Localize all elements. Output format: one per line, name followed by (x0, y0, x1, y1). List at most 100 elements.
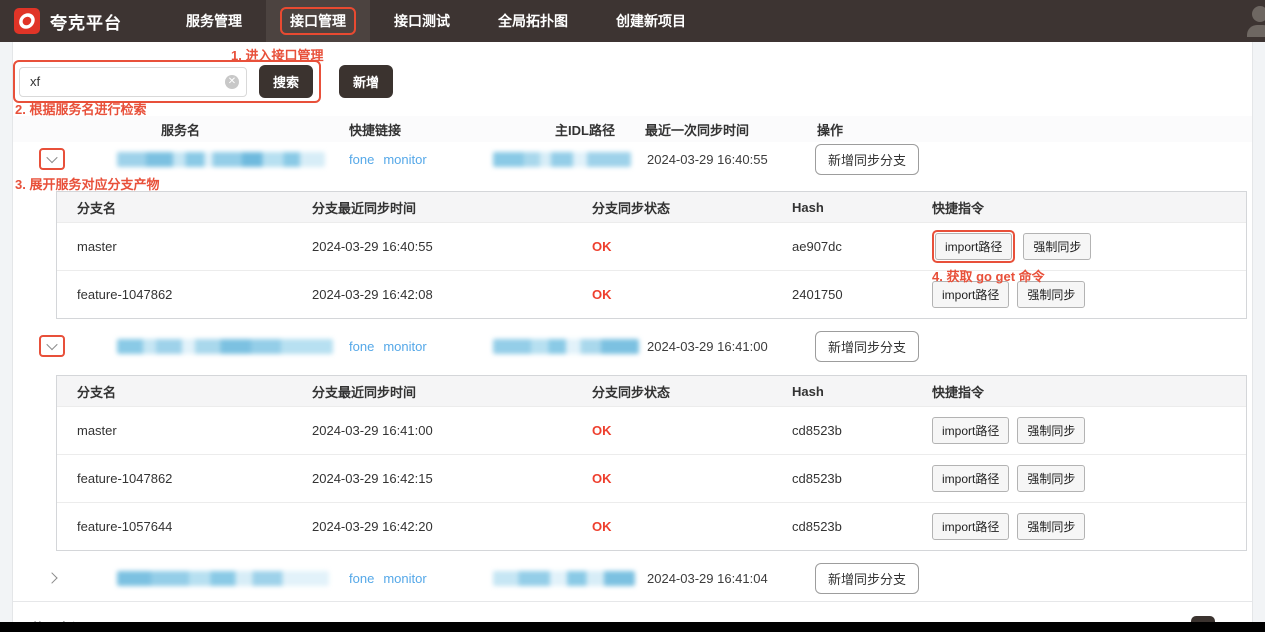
force-sync-button[interactable]: 强制同步 (1017, 513, 1085, 540)
redacted-service-name (117, 152, 325, 167)
redacted-service-name (117, 571, 329, 586)
branch-name: master (77, 239, 312, 254)
import-path-button[interactable]: import路径 (932, 281, 1009, 308)
service-row-2: fone monitor 2024-03-29 16:41:00 新增同步分支 (13, 329, 1252, 363)
force-sync-button[interactable]: 强制同步 (1017, 281, 1085, 308)
service-table: 服务名 快捷链接 主IDL路径 最近一次同步时间 操作 fone monitor… (13, 116, 1252, 622)
search-button[interactable]: 搜索 (259, 65, 313, 98)
clear-input-icon[interactable]: ✕ (225, 75, 239, 89)
branch-status: OK (592, 471, 792, 486)
add-sync-branch-button[interactable]: 新增同步分支 (815, 144, 919, 175)
branch-hash: cd8523b (792, 519, 932, 534)
branch-row: master 2024-03-29 16:40:55 OK ae907dc im… (57, 222, 1246, 270)
import-path-button[interactable]: import路径 (932, 513, 1009, 540)
redacted-service-name (117, 339, 333, 354)
chevron-right-icon (46, 572, 57, 583)
redacted-idl-path (493, 339, 639, 354)
fone-link[interactable]: fone (349, 339, 374, 354)
col-header-branch-name: 分支名 (77, 382, 312, 401)
branch-sync-time: 2024-03-29 16:42:20 (312, 519, 592, 534)
redacted-idl-path (493, 152, 631, 167)
tab-interface-test[interactable]: 接口测试 (370, 0, 474, 42)
fone-link[interactable]: fone (349, 571, 374, 586)
branch-table-2-header: 分支名 分支最近同步时间 分支同步状态 Hash 快捷指令 (57, 376, 1246, 406)
search-highlight-box: ✕ 搜索 (13, 60, 321, 103)
top-navbar: 夸克平台 服务管理 接口管理 接口测试 全局拓扑图 创建新项目 (0, 0, 1265, 42)
col-header-commands: 快捷指令 (932, 198, 1246, 217)
tab-service-management[interactable]: 服务管理 (162, 0, 266, 42)
branch-status: OK (592, 423, 792, 438)
service-row-1: fone monitor 2024-03-29 16:40:55 新增同步分支 (13, 142, 1252, 176)
monitor-link[interactable]: monitor (383, 339, 426, 354)
col-header-branch-sync-time: 分支最近同步时间 (312, 198, 592, 217)
branch-name: master (77, 423, 312, 438)
fone-link[interactable]: fone (349, 152, 374, 167)
force-sync-button[interactable]: 强制同步 (1017, 417, 1085, 444)
branch-status: OK (592, 519, 792, 534)
user-avatar-icon[interactable] (1245, 6, 1265, 40)
monitor-link[interactable]: monitor (383, 571, 426, 586)
sync-time: 2024-03-29 16:41:00 (645, 339, 813, 354)
branch-table-1: 分支名 分支最近同步时间 分支同步状态 Hash 快捷指令 master 202… (56, 191, 1247, 319)
annotation-step4: 4. 获取 go get 命令 (932, 266, 1045, 285)
bottom-black-bar (0, 622, 1265, 632)
redacted-idl-path (493, 571, 635, 586)
monitor-link[interactable]: monitor (383, 152, 426, 167)
avatar-bust (1247, 25, 1265, 37)
branch-sync-time: 2024-03-29 16:42:08 (312, 287, 592, 302)
tab-create-project[interactable]: 创建新项目 (592, 0, 710, 42)
service-row-3: fone monitor 2024-03-29 16:41:04 新增同步分支 (13, 561, 1252, 595)
search-input-wrap: ✕ (19, 67, 247, 97)
add-sync-branch-button[interactable]: 新增同步分支 (815, 331, 919, 362)
chevron-down-icon (46, 339, 57, 350)
expand-chevron-row2[interactable] (39, 335, 65, 357)
brand-title: 夸克平台 (50, 9, 122, 34)
table-footer: 共 3 条记录 ‹ 1 › (13, 601, 1252, 622)
search-row: ✕ 搜索 新增 (13, 60, 393, 103)
chevron-down-icon (46, 152, 57, 163)
service-table-header: 服务名 快捷链接 主IDL路径 最近一次同步时间 操作 (13, 116, 1252, 142)
col-header-quick-links: 快捷链接 (343, 120, 493, 139)
expand-chevron-row1[interactable] (39, 148, 65, 170)
sync-time: 2024-03-29 16:41:04 (645, 571, 813, 586)
branch-sync-time: 2024-03-29 16:42:15 (312, 471, 592, 486)
branch-row: feature-1047862 2024-03-29 16:42:15 OK c… (57, 454, 1246, 502)
quark-logo-icon (14, 8, 40, 34)
branch-status: OK (592, 239, 792, 254)
app-window: 夸克平台 服务管理 接口管理 接口测试 全局拓扑图 创建新项目 1. 进入接口管… (0, 0, 1265, 632)
col-header-service-name: 服务名 (91, 120, 343, 139)
content-panel: 1. 进入接口管理 ✕ 搜索 新增 2. 根据服务名进行检索 服务名 快捷链接 … (12, 42, 1253, 622)
sync-time: 2024-03-29 16:40:55 (645, 152, 813, 167)
branch-name: feature-1047862 (77, 287, 312, 302)
expand-chevron-row3[interactable] (39, 567, 65, 589)
search-input[interactable] (19, 67, 247, 97)
branch-hash: cd8523b (792, 471, 932, 486)
branch-table-1-header: 分支名 分支最近同步时间 分支同步状态 Hash 快捷指令 (57, 192, 1246, 222)
branch-name: feature-1057644 (77, 519, 312, 534)
col-header-branch-status: 分支同步状态 (592, 382, 792, 401)
col-header-last-sync: 最近一次同步时间 (645, 120, 813, 139)
branch-table-2: 分支名 分支最近同步时间 分支同步状态 Hash 快捷指令 master 202… (56, 375, 1247, 551)
avatar-head (1252, 6, 1265, 22)
force-sync-button[interactable]: 强制同步 (1023, 233, 1091, 260)
add-button[interactable]: 新增 (339, 65, 393, 98)
import-path-button[interactable]: import路径 (935, 233, 1012, 260)
col-header-actions: 操作 (813, 120, 1252, 139)
branch-sync-time: 2024-03-29 16:41:00 (312, 423, 592, 438)
col-header-commands: 快捷指令 (932, 382, 1246, 401)
branch-name: feature-1047862 (77, 471, 312, 486)
tab-interface-management[interactable]: 接口管理 (266, 0, 370, 42)
col-header-hash: Hash (792, 200, 932, 215)
branch-row: feature-1047862 2024-03-29 16:42:08 OK 2… (57, 270, 1246, 318)
add-sync-branch-button[interactable]: 新增同步分支 (815, 563, 919, 594)
import-path-button[interactable]: import路径 (932, 465, 1009, 492)
import-path-highlight-box: import路径 (932, 230, 1015, 263)
branch-status: OK (592, 287, 792, 302)
import-path-button[interactable]: import路径 (932, 417, 1009, 444)
branch-row: master 2024-03-29 16:41:00 OK cd8523b im… (57, 406, 1246, 454)
tab-global-topology[interactable]: 全局拓扑图 (474, 0, 592, 42)
force-sync-button[interactable]: 强制同步 (1017, 465, 1085, 492)
branch-row: feature-1057644 2024-03-29 16:42:20 OK c… (57, 502, 1246, 550)
branch-sync-time: 2024-03-29 16:40:55 (312, 239, 592, 254)
col-header-branch-sync-time: 分支最近同步时间 (312, 382, 592, 401)
